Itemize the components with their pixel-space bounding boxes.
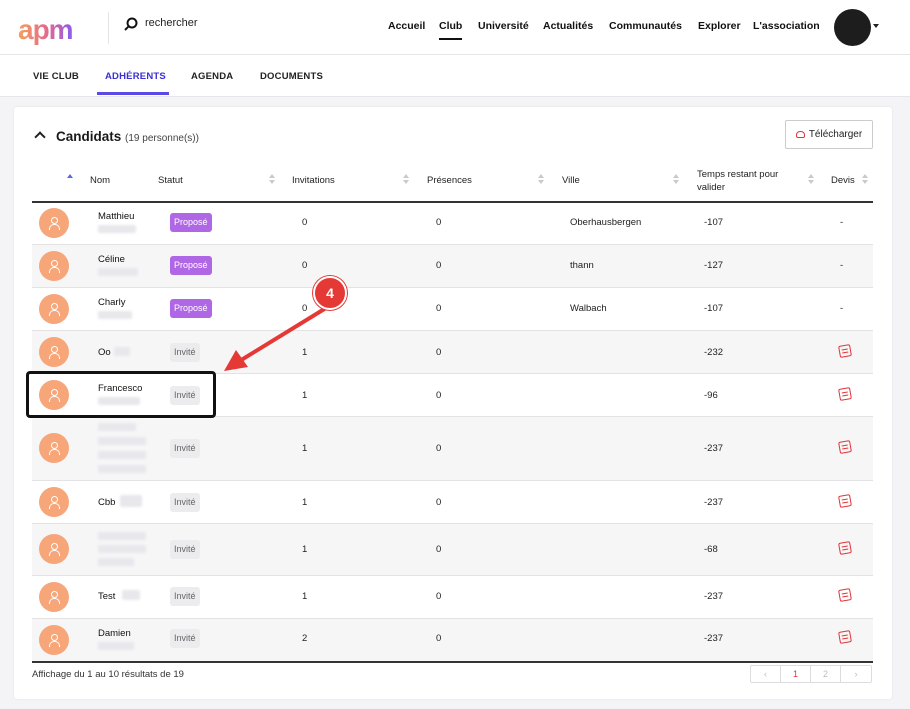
step-number-badge: 4: [313, 276, 347, 310]
annotation-arrow: [224, 306, 328, 371]
